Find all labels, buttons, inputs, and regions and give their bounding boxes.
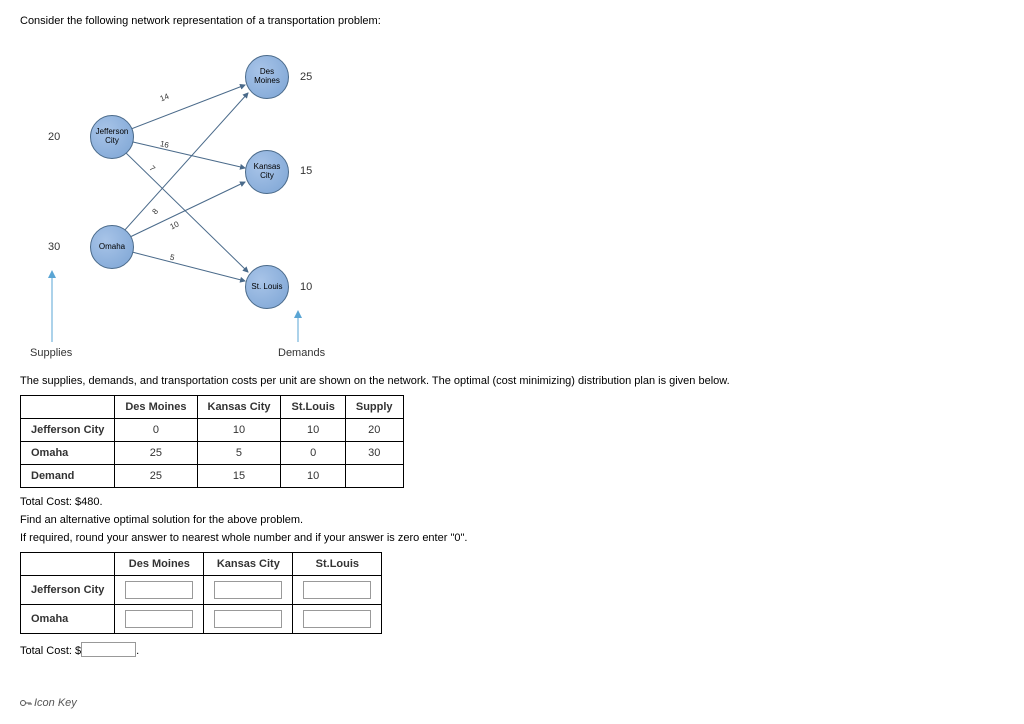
- edge-label-jc-dm: 14: [159, 92, 171, 104]
- total-cost-answer-row: Total Cost: $.: [20, 642, 1004, 657]
- t1-r0-c4: 20: [345, 419, 403, 442]
- node-stlouis: St. Louis: [245, 265, 289, 309]
- t1-r1-label: Omaha: [21, 442, 115, 465]
- t1-r2-c2: 15: [197, 465, 281, 488]
- edge-label-om-dm: 8: [150, 207, 160, 216]
- supplies-label: Supplies: [30, 347, 72, 359]
- t1-r0-label: Jefferson City: [21, 419, 115, 442]
- table-row: Omaha 25 5 0 30: [21, 442, 404, 465]
- edge-label-om-kc: 10: [169, 220, 181, 232]
- om-kc-input[interactable]: [214, 610, 282, 628]
- t1-h4: Supply: [345, 396, 403, 419]
- demand-stlouis: 10: [300, 281, 312, 293]
- om-dm-input[interactable]: [125, 610, 193, 628]
- t1-r0-c2: 10: [197, 419, 281, 442]
- instruction-2: If required, round your answer to neares…: [20, 532, 1004, 544]
- t2-r0-label: Jefferson City: [21, 576, 115, 605]
- table-row: Jefferson City 0 10 10 20: [21, 419, 404, 442]
- icon-key-label: Icon Key: [34, 697, 77, 709]
- jc-kc-input[interactable]: [214, 581, 282, 599]
- edge-label-jc-kc: 16: [159, 139, 170, 150]
- supply-omaha: 30: [48, 241, 60, 253]
- t1-r2-label: Demand: [21, 465, 115, 488]
- edge-label-jc-sl: 7: [147, 164, 157, 174]
- demands-label: Demands: [278, 347, 325, 359]
- t2-h2: Kansas City: [204, 553, 293, 576]
- solution-table: Des Moines Kansas City St.Louis Supply J…: [20, 395, 404, 488]
- table-row: Jefferson City: [21, 576, 382, 605]
- demand-desmoines: 25: [300, 71, 312, 83]
- t1-h3: St.Louis: [281, 396, 345, 419]
- intro-text: Consider the following network represent…: [20, 15, 1004, 27]
- total-cost-label: Total Cost: $: [20, 645, 81, 657]
- node-kansas: Kansas City: [245, 150, 289, 194]
- t2-h0: [21, 553, 115, 576]
- t2-r1-label: Omaha: [21, 605, 115, 634]
- t1-r1-c3: 0: [281, 442, 345, 465]
- t1-h2: Kansas City: [197, 396, 281, 419]
- period: .: [136, 645, 139, 657]
- icon-key-row[interactable]: Icon Key: [20, 697, 1004, 709]
- om-sl-input[interactable]: [303, 610, 371, 628]
- jc-sl-input[interactable]: [303, 581, 371, 599]
- total-cost-input[interactable]: [81, 642, 136, 657]
- supply-jefferson: 20: [48, 131, 60, 143]
- network-diagram: Jefferson City Omaha Des Moines Kansas C…: [20, 37, 460, 367]
- node-desmoines: Des Moines: [245, 55, 289, 99]
- t2-h3: St.Louis: [293, 553, 382, 576]
- t1-r2-c3: 10: [281, 465, 345, 488]
- instruction-1: Find an alternative optimal solution for…: [20, 514, 1004, 526]
- t1-r0-c3: 10: [281, 419, 345, 442]
- t1-r1-c1: 25: [115, 442, 197, 465]
- t2-h1: Des Moines: [115, 553, 204, 576]
- node-jefferson: Jefferson City: [90, 115, 134, 159]
- t1-h0: [21, 396, 115, 419]
- demand-kansas: 15: [300, 165, 312, 177]
- t1-r0-c1: 0: [115, 419, 197, 442]
- table-row: Demand 25 15 10: [21, 465, 404, 488]
- t1-r1-c4: 30: [345, 442, 403, 465]
- t1-r2-c1: 25: [115, 465, 197, 488]
- t1-h1: Des Moines: [115, 396, 197, 419]
- jc-dm-input[interactable]: [125, 581, 193, 599]
- node-omaha: Omaha: [90, 225, 134, 269]
- table-row: Omaha: [21, 605, 382, 634]
- key-icon: [20, 698, 30, 708]
- diagram-edges: [20, 37, 460, 367]
- total-cost-given: Total Cost: $480.: [20, 496, 1004, 508]
- description-text: The supplies, demands, and transportatio…: [20, 375, 1004, 387]
- edge-label-om-sl: 5: [169, 253, 175, 263]
- t1-r1-c2: 5: [197, 442, 281, 465]
- answer-table: Des Moines Kansas City St.Louis Jefferso…: [20, 552, 382, 634]
- t1-r2-c4: [345, 465, 403, 488]
